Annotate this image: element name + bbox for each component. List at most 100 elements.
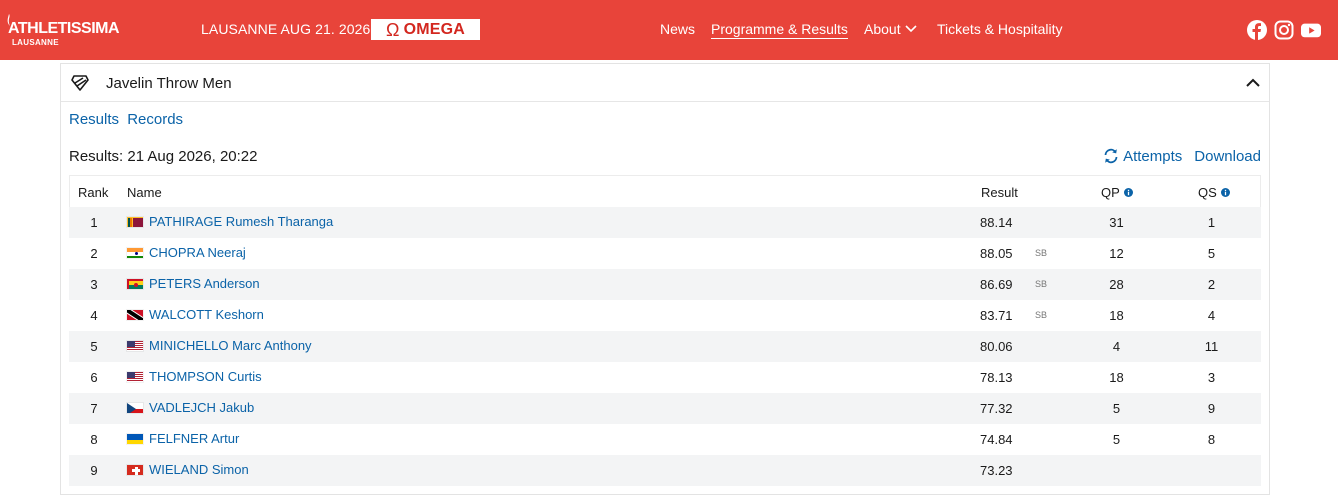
qs-cell: 4 xyxy=(1207,308,1216,323)
sponsor-name: OMEGA xyxy=(403,20,466,38)
rank-cell: 5 xyxy=(90,339,98,354)
rank-cell: 2 xyxy=(90,246,98,261)
table-row: 5 MINICHELLO Marc Anthony 80.06 4 11 xyxy=(69,331,1261,362)
athlete-name-link[interactable]: MINICHELLO Marc Anthony xyxy=(149,338,312,353)
athletissima-logo[interactable]: ATHLETISSIMA LAUSANNE xyxy=(7,14,128,48)
result-cell: 83.71 xyxy=(980,308,1013,323)
athlete-name-link[interactable]: WIELAND Simon xyxy=(149,462,249,477)
results-table: Rank Name Result QP QS 1 PATHIRAGE Rumes… xyxy=(69,175,1261,486)
tab-results[interactable]: Results xyxy=(69,111,119,128)
qs-cell: 9 xyxy=(1207,401,1216,416)
result-cell: 73.23 xyxy=(980,463,1013,478)
qs-cell: 5 xyxy=(1207,246,1216,261)
athlete-name-link[interactable]: CHOPRA Neeraj xyxy=(149,245,246,260)
qs-cell: 2 xyxy=(1207,277,1216,292)
qp-cell: 18 xyxy=(1109,308,1124,323)
season-best-badge: SB xyxy=(1035,279,1048,289)
info-icon[interactable] xyxy=(1123,188,1133,197)
javelin-discipline-icon xyxy=(71,75,89,91)
chevron-down-icon xyxy=(905,25,917,33)
athlete-name-link[interactable]: PATHIRAGE Rumesh Tharanga xyxy=(149,214,333,229)
result-cell: 88.14 xyxy=(980,215,1013,230)
column-name: Name xyxy=(127,185,162,200)
column-qs-label: QS xyxy=(1198,185,1217,200)
results-timestamp: Results: 21 Aug 2026, 20:22 xyxy=(69,148,258,165)
nav-about-label: About xyxy=(864,21,901,37)
country-flag-icon xyxy=(126,277,144,290)
athlete-cell: MINICHELLO Marc Anthony xyxy=(126,338,312,353)
rank-cell: 9 xyxy=(90,463,98,478)
result-cell: 77.32 xyxy=(980,401,1013,416)
event-subtabs: Results Records xyxy=(69,111,187,131)
nav-programme-results[interactable]: Programme & Results xyxy=(711,21,848,39)
nav-about[interactable]: About xyxy=(864,21,917,37)
rank-cell: 7 xyxy=(90,401,98,416)
athlete-name-link[interactable]: WALCOTT Keshorn xyxy=(149,307,264,322)
tab-records[interactable]: Records xyxy=(127,111,183,128)
event-header[interactable]: Javelin Throw Men xyxy=(61,64,1269,102)
qs-cell: 11 xyxy=(1204,339,1219,354)
column-qs[interactable]: QS xyxy=(1198,185,1230,200)
athlete-name-link[interactable]: THOMPSON Curtis xyxy=(149,369,262,384)
athlete-name-link[interactable]: PETERS Anderson xyxy=(149,276,260,291)
athlete-cell: PETERS Anderson xyxy=(126,276,260,291)
table-row: 7 VADLEJCH Jakub 77.32 5 9 xyxy=(69,393,1261,424)
table-row: 2 CHOPRA Neeraj 88.05 SB 12 5 xyxy=(69,238,1261,269)
nav-tickets-hospitality[interactable]: Tickets & Hospitality xyxy=(937,21,1063,37)
athlete-name-link[interactable]: FELFNER Artur xyxy=(149,431,239,446)
rank-cell: 1 xyxy=(90,215,98,230)
result-cell: 86.69 xyxy=(980,277,1013,292)
country-flag-icon xyxy=(126,432,144,445)
athlete-cell: WALCOTT Keshorn xyxy=(126,307,264,322)
season-best-badge: SB xyxy=(1035,310,1048,320)
refresh-icon xyxy=(1104,148,1118,164)
result-cell: 78.13 xyxy=(980,370,1013,385)
qp-cell: 28 xyxy=(1109,277,1124,292)
table-header: Rank Name Result QP QS xyxy=(69,175,1261,207)
qp-cell: 12 xyxy=(1109,246,1124,261)
athlete-name-link[interactable]: VADLEJCH Jakub xyxy=(149,400,254,415)
instagram-icon[interactable] xyxy=(1274,20,1294,40)
athlete-cell: FELFNER Artur xyxy=(126,431,239,446)
event-title: Javelin Throw Men xyxy=(106,75,232,92)
info-icon[interactable] xyxy=(1220,188,1230,197)
result-actions: Attempts Download xyxy=(1103,146,1261,166)
athlete-cell: WIELAND Simon xyxy=(126,462,249,477)
qp-cell: 18 xyxy=(1109,370,1124,385)
chevron-up-icon[interactable] xyxy=(1245,76,1261,90)
table-row: 3 PETERS Anderson 86.69 SB 28 2 xyxy=(69,269,1261,300)
athlete-cell: THOMPSON Curtis xyxy=(126,369,262,384)
table-row: 4 WALCOTT Keshorn 83.71 SB 18 4 xyxy=(69,300,1261,331)
athlete-cell: CHOPRA Neeraj xyxy=(126,245,246,260)
attempts-button[interactable]: Attempts xyxy=(1103,148,1182,165)
country-flag-icon xyxy=(126,401,144,414)
country-flag-icon xyxy=(126,370,144,383)
country-flag-icon xyxy=(126,339,144,352)
youtube-icon[interactable] xyxy=(1301,20,1321,40)
attempts-label: Attempts xyxy=(1123,147,1183,165)
top-navigation-bar: ATHLETISSIMA LAUSANNE LAUSANNE AUG 21. 2… xyxy=(0,0,1338,60)
facebook-icon[interactable] xyxy=(1247,20,1267,40)
logo-wordmark: ATHLETISSIMA xyxy=(8,20,120,37)
table-row: 8 FELFNER Artur 74.84 5 8 xyxy=(69,424,1261,455)
athlete-cell: PATHIRAGE Rumesh Tharanga xyxy=(126,214,333,229)
column-qp[interactable]: QP xyxy=(1101,185,1133,200)
qp-cell: 4 xyxy=(1112,339,1121,354)
omega-sponsor-logo[interactable]: Ω OMEGA xyxy=(371,19,480,40)
download-button[interactable]: Download xyxy=(1194,148,1261,165)
qp-cell: 5 xyxy=(1112,401,1121,416)
table-row: 9 WIELAND Simon 73.23 xyxy=(69,455,1261,486)
result-cell: 88.05 xyxy=(980,246,1013,261)
country-flag-icon xyxy=(126,308,144,321)
qs-cell: 3 xyxy=(1207,370,1216,385)
country-flag-icon xyxy=(126,215,144,228)
rank-cell: 6 xyxy=(90,370,98,385)
qs-cell: 8 xyxy=(1207,432,1216,447)
qp-cell: 31 xyxy=(1109,215,1124,230)
table-body: 1 PATHIRAGE Rumesh Tharanga 88.14 31 1 2 CHOPR… xyxy=(69,207,1261,486)
logo-city: LAUSANNE xyxy=(12,38,59,47)
nav-news[interactable]: News xyxy=(660,21,695,37)
column-result: Result xyxy=(981,185,1018,200)
table-row: 6 THOMPSON Curtis 78.13 18 3 xyxy=(69,362,1261,393)
rank-cell: 8 xyxy=(90,432,98,447)
